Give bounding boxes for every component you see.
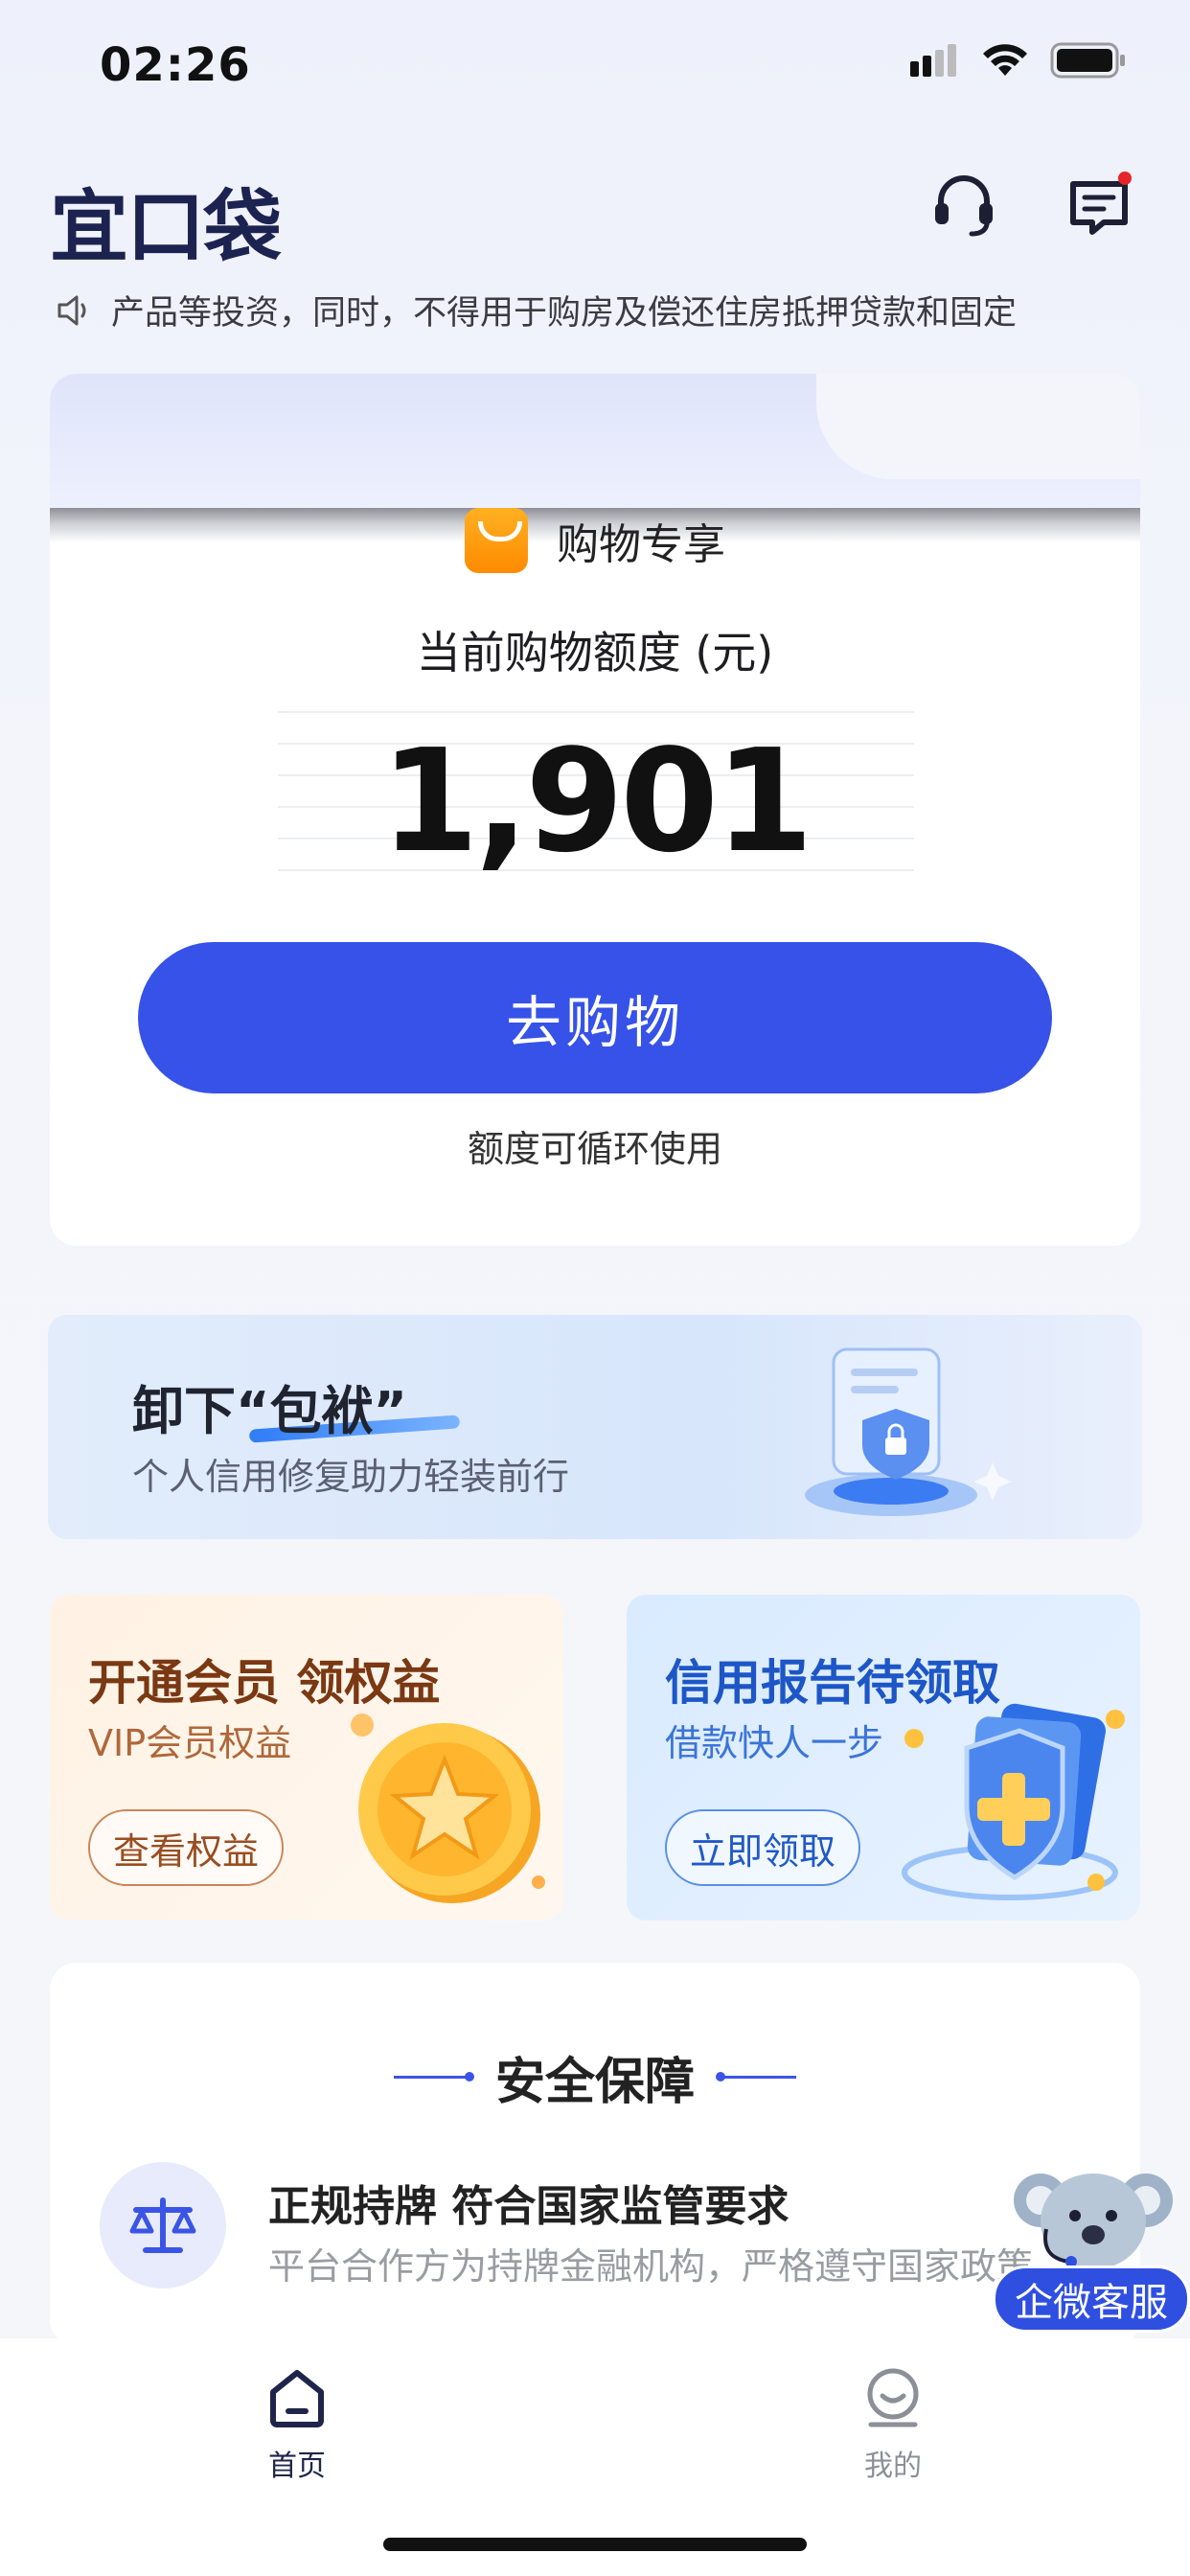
notice-bar[interactable]: 产品等投资，同时，不得用于购房及偿还住房抵押贷款和固定 <box>56 286 1138 334</box>
scale-icon <box>100 2162 226 2288</box>
view-benefits-button[interactable]: 查看权益 <box>88 1809 284 1886</box>
tab-home-label: 首页 <box>268 2450 326 2483</box>
home-indicator <box>383 2538 807 2551</box>
quota-label: 当前购物额度 (元) <box>416 627 774 678</box>
signal-icon <box>910 44 956 77</box>
speaker-icon <box>57 295 86 325</box>
shield-plus-icon <box>902 1703 1125 1900</box>
app-logo: 宜口袋 <box>50 163 282 277</box>
security-title: 安全保障 <box>494 2054 695 2111</box>
notice-text: 产品等投资，同时，不得用于购房及偿还住房抵押贷款和固定 <box>111 294 1018 333</box>
card-title: 购物专享 <box>557 520 725 569</box>
header-actions <box>929 171 1134 240</box>
heading-deco-right <box>716 2072 796 2082</box>
banner-subtitle: 个人信用修复助力轻装前行 <box>132 1456 570 1498</box>
wecom-service-float[interactable]: 企微客服 <box>993 2162 1190 2334</box>
battery-icon <box>1050 42 1125 79</box>
status-time: 02:26 <box>100 38 251 92</box>
card-header: 购物专享 <box>50 508 1140 573</box>
quota-amount: 1,901 <box>379 719 813 884</box>
security-item-title: 正规持牌 符合国家监管要求 <box>268 2182 790 2231</box>
security-card: 安全保障 正规持牌 符合国家监管要求 平台合作方为持牌金融机构，严格遵守国家政策 <box>50 1963 1140 2346</box>
banner-title: 卸下“包袱” <box>132 1381 407 1441</box>
status-icons <box>910 42 1127 79</box>
go-shopping-button[interactable]: 去购物 <box>138 942 1052 1093</box>
credit-report-subtitle: 借款快人一步 <box>665 1722 884 1764</box>
vip-subtitle: VIP会员权益 <box>88 1722 292 1764</box>
home-icon <box>270 2370 324 2427</box>
star-coin-icon <box>351 1714 545 1903</box>
claim-now-button[interactable]: 立即领取 <box>665 1809 860 1886</box>
tab-home[interactable]: 首页 <box>201 2367 393 2484</box>
shopping-bag-icon <box>465 508 528 573</box>
card-tab-notch <box>816 374 1140 479</box>
heading-deco-left <box>393 2072 474 2082</box>
security-heading: 安全保障 <box>50 2041 1140 2113</box>
wifi-icon <box>983 44 1027 76</box>
security-item-desc: 平台合作方为持牌金融机构，严格遵守国家政策 <box>268 2245 1034 2288</box>
wecom-service-label: 企微客服 <box>993 2266 1190 2333</box>
message-icon[interactable] <box>1065 171 1134 240</box>
bottom-tab-bar: 首页 我的 <box>0 2338 1190 2576</box>
headset-icon[interactable] <box>929 171 998 240</box>
logo-text: 宜口袋 <box>50 182 282 273</box>
document-shield-icon <box>805 1347 1012 1516</box>
vip-member-card[interactable]: 开通会员 领权益 VIP会员权益 查看权益 <box>50 1595 563 1920</box>
tab-mine-label: 我的 <box>864 2450 922 2483</box>
quota-note: 额度可循环使用 <box>467 1128 722 1170</box>
credit-repair-banner[interactable]: 卸下“包袱” 个人信用修复助力轻装前行 <box>48 1315 1142 1539</box>
credit-report-card[interactable]: 信用报告待领取 借款快人一步 立即领取 <box>627 1595 1140 1920</box>
shopping-quota-card: 购物专享 当前购物额度 (元) 1,901 去购物 额度可循环使用 <box>50 374 1140 1246</box>
profile-icon <box>867 2368 919 2427</box>
koala-mascot-icon <box>1014 2174 1173 2269</box>
tab-mine[interactable]: 我的 <box>797 2367 989 2484</box>
